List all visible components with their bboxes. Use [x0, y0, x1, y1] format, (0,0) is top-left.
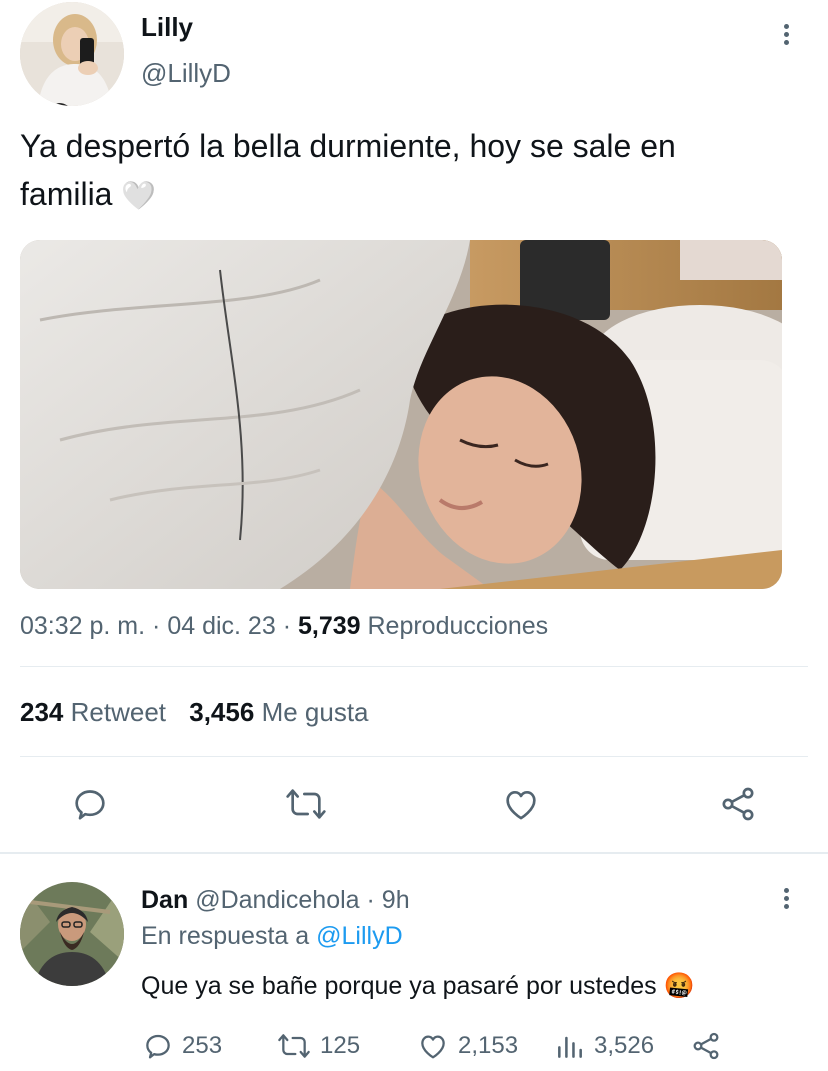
reply-comment-button[interactable]: 253 — [142, 1030, 222, 1062]
reply-text: Que ya se bañe porque ya pasaré por uste… — [141, 972, 695, 1001]
like-button[interactable] — [500, 784, 542, 824]
reply-views-count: 3,526 — [594, 1032, 655, 1059]
tweet-text: Ya despertó la bella durmiente, hoy se s… — [20, 122, 676, 220]
reply-to-link[interactable]: @LillyD — [316, 922, 403, 950]
share-button[interactable] — [718, 784, 758, 824]
share-icon — [693, 1032, 719, 1060]
reply-share-button[interactable] — [690, 1030, 722, 1062]
views-count: 5,739 — [297, 612, 361, 640]
tweet-photo[interactable] — [20, 240, 782, 589]
retweets-count: 234 — [20, 697, 64, 727]
reply-time[interactable]: 9h — [382, 886, 410, 914]
reply-icon — [75, 790, 105, 820]
like-icon — [506, 791, 536, 820]
section-divider — [0, 852, 828, 854]
reply-retweet-button[interactable]: 125 — [276, 1030, 360, 1062]
tweet-text-end: familia — [20, 176, 113, 212]
reply-likes-count: 2,153 — [458, 1032, 519, 1059]
engagement-counts: 234 Retweet 3,456 Me gusta — [20, 697, 369, 728]
author-name[interactable]: Lilly — [141, 12, 193, 43]
tweet-text-line: familia 🤍 — [20, 170, 676, 220]
views-label: Reproducciones — [367, 612, 549, 640]
likes-stat[interactable]: 3,456 Me gusta — [189, 697, 368, 727]
retweet-button[interactable] — [284, 784, 328, 824]
reply-context: En respuesta a @LillyD — [141, 922, 403, 951]
reply-comments-count: 253 — [182, 1032, 223, 1059]
likes-label: Me gusta — [261, 697, 369, 727]
author-handle[interactable]: @LillyD — [141, 58, 231, 89]
divider — [20, 666, 808, 667]
views-icon — [558, 1036, 582, 1058]
separator: · — [366, 886, 375, 914]
tweet-date[interactable]: 04 dic. 23 — [167, 612, 275, 640]
more-icon[interactable] — [783, 888, 789, 909]
like-icon — [421, 1035, 445, 1059]
retweets-stat[interactable]: 234 Retweet — [20, 697, 173, 727]
tweet-text-line: Ya despertó la bella durmiente, hoy se s… — [20, 128, 676, 164]
reply-button[interactable] — [70, 784, 110, 824]
reply-author-handle[interactable]: @Dandicehola — [195, 886, 359, 914]
reply-prefix: En respuesta a — [141, 922, 310, 950]
retweet-icon — [278, 1034, 310, 1058]
separator: · — [152, 612, 161, 640]
retweets-label: Retweet — [70, 697, 167, 727]
more-icon[interactable] — [783, 24, 789, 45]
separator: · — [282, 612, 292, 640]
reply-header: Dan @Dandicehola · 9h — [141, 886, 410, 915]
divider — [20, 756, 808, 757]
reply-icon — [146, 1034, 170, 1059]
white-heart-emoji: 🤍 — [121, 180, 157, 211]
angry-emoji: 🤬 — [663, 972, 695, 1000]
reply-retweets-count: 125 — [320, 1032, 361, 1059]
reply-like-button[interactable]: 2,153 — [416, 1030, 518, 1062]
author-avatar[interactable] — [20, 2, 124, 106]
reply-views-button[interactable]: 3,526 — [554, 1030, 654, 1062]
reply-text-body: Que ya se bañe porque ya pasaré por uste… — [141, 972, 657, 1000]
tweet-time[interactable]: 03:32 p. m. — [20, 612, 145, 640]
reply-author-name[interactable]: Dan — [141, 886, 188, 914]
tweet-meta: 03:32 p. m. · 04 dic. 23 · 5,739 Reprodu… — [20, 612, 548, 641]
reply-author-avatar[interactable] — [20, 882, 124, 986]
share-icon — [722, 787, 754, 821]
retweet-icon — [286, 789, 326, 819]
likes-count: 3,456 — [189, 697, 255, 727]
